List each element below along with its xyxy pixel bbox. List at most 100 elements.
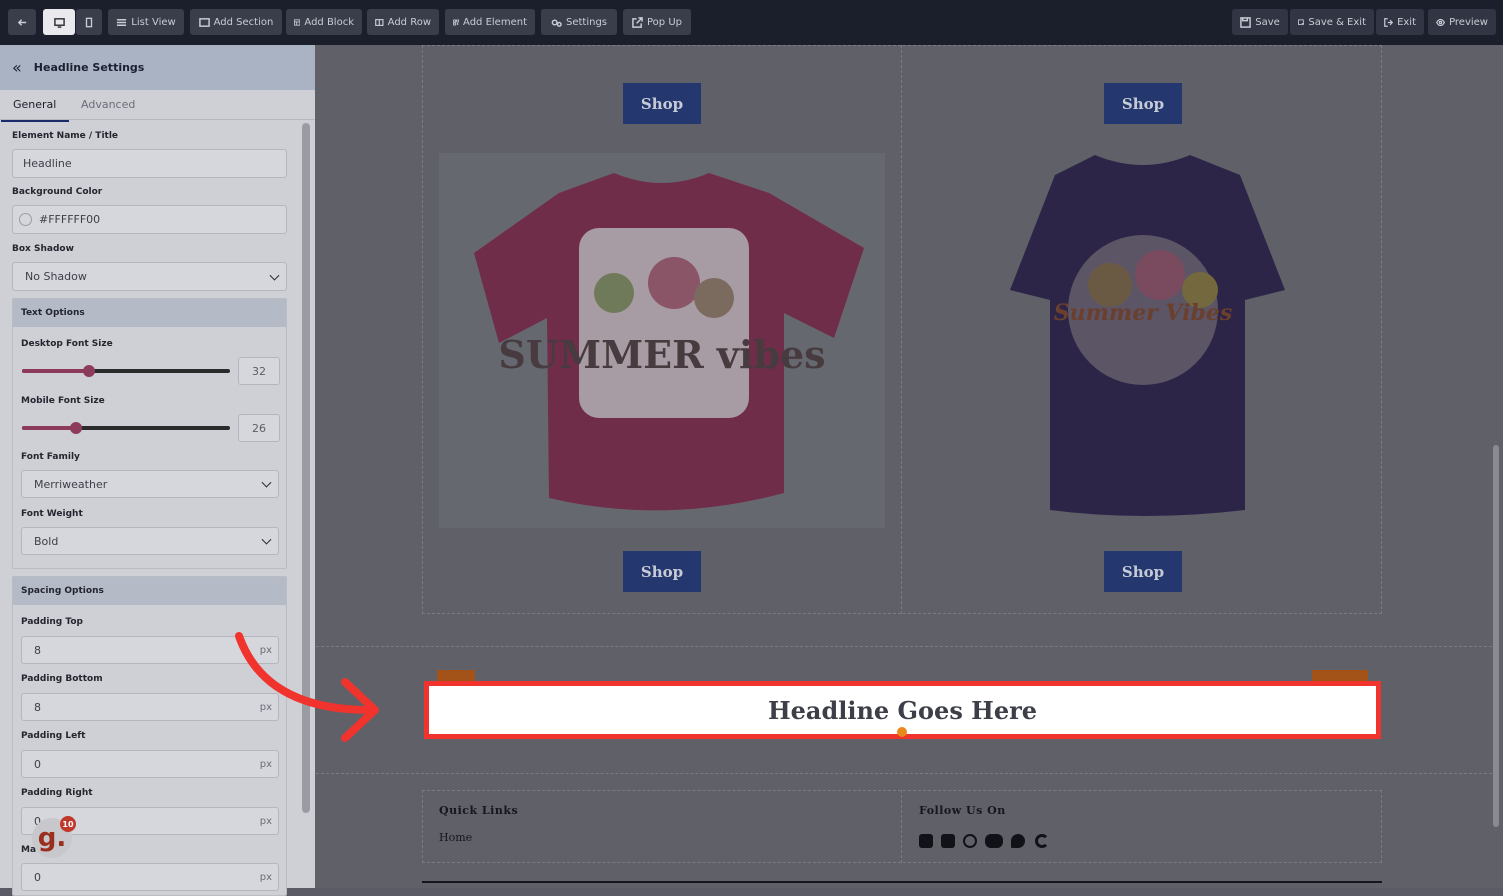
- list-icon: [117, 18, 127, 26]
- notification-count: 10: [60, 816, 76, 832]
- app-badge[interactable]: g. 10: [32, 816, 76, 858]
- font-weight-select[interactable]: Bold: [21, 527, 279, 555]
- add-row-button[interactable]: Add Row: [367, 9, 439, 35]
- mobile-slider-handle[interactable]: [70, 422, 83, 434]
- panel-title: Headline Settings: [33, 61, 145, 74]
- text-options-title: Text Options: [13, 299, 286, 327]
- mobile-slider-fill: [22, 426, 77, 430]
- add-section-button[interactable]: Add Section: [190, 9, 282, 35]
- unit-label: px: [259, 816, 272, 827]
- arrow-left-icon: [17, 18, 26, 26]
- eye-icon: [1436, 18, 1445, 26]
- element-toolbar[interactable]: [1312, 670, 1368, 681]
- canvas-scrollbar[interactable]: [1493, 445, 1499, 827]
- desktop-font-size-label: Desktop Font Size: [21, 339, 113, 349]
- pop-up-button[interactable]: Pop Up: [623, 9, 691, 35]
- mobile-font-size-input[interactable]: 26: [238, 414, 280, 442]
- padding-left-label: Padding Left: [21, 731, 86, 741]
- padding-top-value: 8: [34, 643, 41, 657]
- add-element-button[interactable]: Add Element: [445, 9, 535, 35]
- element-name-field[interactable]: Headline: [12, 149, 287, 178]
- chevron-down-icon: [261, 534, 272, 545]
- column-divider: [901, 790, 902, 863]
- external-link-icon: [632, 16, 643, 28]
- color-swatch[interactable]: [19, 213, 32, 226]
- preview-button[interactable]: Preview: [1428, 9, 1496, 35]
- preview-label: Preview: [1449, 16, 1488, 28]
- home-link[interactable]: Home: [439, 831, 472, 844]
- tshirt-pink-text: SUMMER vibes: [498, 332, 825, 377]
- save-icon: [1240, 16, 1252, 28]
- desktop-view-button[interactable]: [43, 9, 75, 35]
- mobile-font-size-slider[interactable]: [22, 422, 230, 434]
- bg-color-field[interactable]: #FFFFFF00: [12, 205, 287, 234]
- facebook-icon[interactable]: [919, 834, 933, 848]
- unit-label: px: [259, 759, 272, 770]
- shop-button[interactable]: Shop: [623, 551, 701, 592]
- shop-button[interactable]: Shop: [1104, 83, 1182, 124]
- add-block-button[interactable]: Add Block: [286, 9, 362, 35]
- footer-divider: [422, 881, 1382, 883]
- google-icon[interactable]: [1035, 834, 1049, 848]
- settings-label: Settings: [565, 16, 607, 28]
- shop-button[interactable]: Shop: [623, 83, 701, 124]
- list-view-button[interactable]: List View: [108, 9, 184, 35]
- back-button[interactable]: [8, 9, 36, 35]
- text-options-group: Text Options Desktop Font Size 32 Mobile…: [12, 298, 287, 569]
- tab-general[interactable]: General: [0, 98, 70, 122]
- desktop-slider-handle[interactable]: [82, 365, 95, 377]
- block-icon: [294, 18, 301, 26]
- bg-color-value: #FFFFFF00: [39, 213, 101, 226]
- unit-label: px: [259, 872, 272, 883]
- padding-top-label: Padding Top: [21, 617, 83, 627]
- font-family-select[interactable]: Merriweather: [21, 470, 279, 498]
- tshirt-purple-graphic: Summer Vibes: [1010, 155, 1285, 516]
- font-family-value: Merriweather: [34, 477, 108, 491]
- resize-handle[interactable]: [897, 727, 907, 737]
- product-image-pink-tshirt[interactable]: SUMMER vibes: [439, 153, 885, 528]
- font-family-label: Font Family: [21, 452, 80, 462]
- column-divider: [901, 45, 902, 614]
- footer-row[interactable]: [422, 790, 1382, 863]
- row-move-handle[interactable]: [437, 670, 475, 681]
- desktop-font-size-slider[interactable]: [22, 365, 230, 377]
- margin-value: 0: [34, 870, 41, 884]
- exit-label: Exit: [1397, 16, 1416, 28]
- shop-button[interactable]: Shop: [1104, 551, 1182, 592]
- add-block-label: Add Block: [304, 16, 354, 28]
- collapse-panel-icon[interactable]: «: [12, 58, 22, 77]
- chevron-down-icon: [269, 270, 280, 281]
- box-shadow-value: No Shadow: [25, 270, 87, 283]
- desktop-icon: [53, 17, 65, 28]
- linkedin-icon[interactable]: [941, 834, 955, 848]
- desktop-font-size-input[interactable]: 32: [238, 357, 280, 385]
- panel-header: « Headline Settings: [0, 45, 315, 90]
- mobile-view-button[interactable]: [76, 9, 102, 35]
- panel-tabs: General Advanced: [0, 90, 315, 122]
- margin-input[interactable]: 0 px: [21, 863, 279, 891]
- tshirt-purple-text: Summer Vibes: [1054, 300, 1233, 326]
- top-toolbar: List View Add Section Add Block Add Row …: [0, 0, 1503, 45]
- section-icon: [198, 17, 210, 27]
- youtube-icon[interactable]: [985, 834, 1003, 848]
- padding-left-input[interactable]: 0 px: [21, 750, 279, 778]
- exit-button[interactable]: Exit: [1376, 9, 1424, 35]
- twitter-icon[interactable]: [1011, 834, 1025, 848]
- chevron-down-icon: [261, 477, 272, 488]
- box-shadow-select[interactable]: No Shadow: [12, 262, 287, 291]
- save-exit-label: Save & Exit: [1308, 16, 1366, 28]
- tab-advanced[interactable]: Advanced: [81, 98, 135, 111]
- padding-right-label: Padding Right: [21, 788, 93, 798]
- element-icon: [453, 19, 459, 25]
- product-image-purple-tshirt[interactable]: Summer Vibes: [1000, 150, 1290, 520]
- gear-icon: [551, 18, 562, 27]
- tshirt-pink-graphic: SUMMER vibes: [474, 173, 864, 511]
- save-exit-button[interactable]: Save & Exit: [1290, 9, 1374, 35]
- red-arrow-annotation: [235, 632, 379, 742]
- headline-text[interactable]: Headline Goes Here: [768, 696, 1037, 725]
- instagram-icon[interactable]: [963, 834, 977, 848]
- save-button[interactable]: Save: [1232, 9, 1288, 35]
- mobile-font-size-label: Mobile Font Size: [21, 396, 105, 406]
- settings-button[interactable]: Settings: [541, 9, 617, 35]
- box-shadow-label: Box Shadow: [12, 244, 74, 254]
